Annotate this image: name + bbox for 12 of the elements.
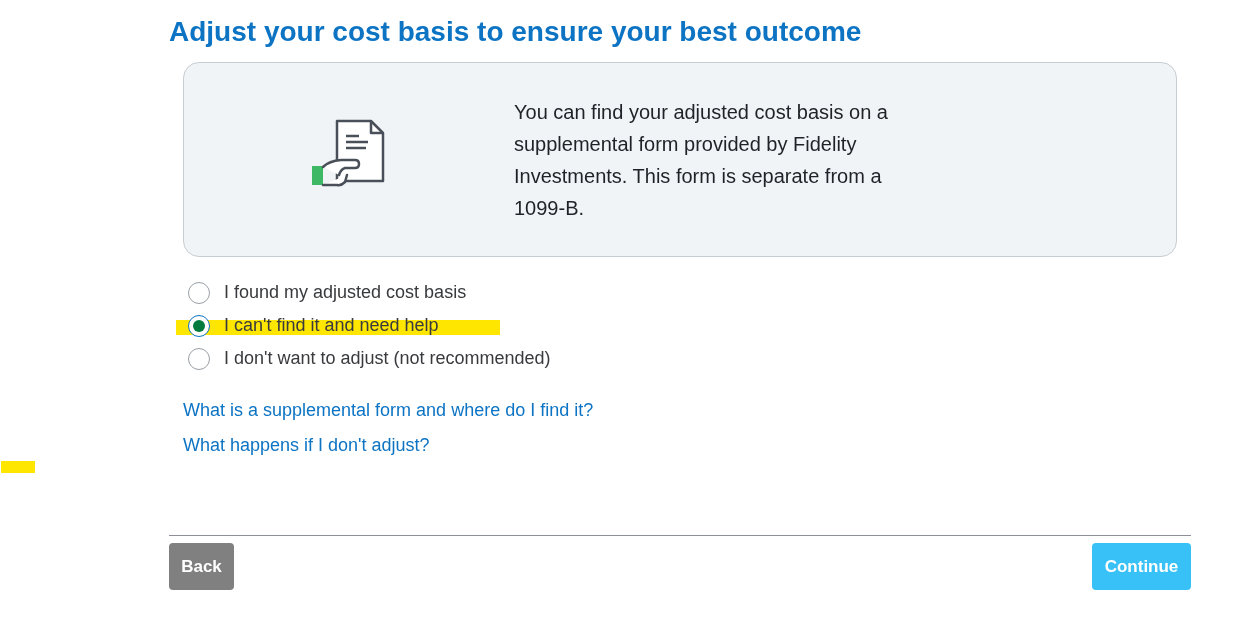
highlight-mark	[1, 461, 35, 473]
radio-button[interactable]	[188, 314, 210, 337]
help-link[interactable]: What happens if I don't adjust?	[183, 433, 430, 457]
back-button[interactable]: Back	[169, 543, 234, 590]
radio-button[interactable]	[188, 281, 210, 304]
radio-button[interactable]	[188, 347, 210, 370]
option-label[interactable]: I can't find it and need help	[224, 312, 439, 339]
help-link[interactable]: What is a supplemental form and where do I find it?	[183, 398, 594, 422]
option-label[interactable]: I don't want to adjust (not recommended)	[224, 345, 551, 372]
option-label[interactable]: I found my adjusted cost basis	[224, 279, 467, 306]
page-title: Adjust your cost basis to ensure your best outcome	[169, 15, 862, 49]
info-text: You can find your adjusted cost basis on a supplemental form provided by Fidelity Investments. This form is separate from a 1099-B.	[514, 99, 889, 221]
